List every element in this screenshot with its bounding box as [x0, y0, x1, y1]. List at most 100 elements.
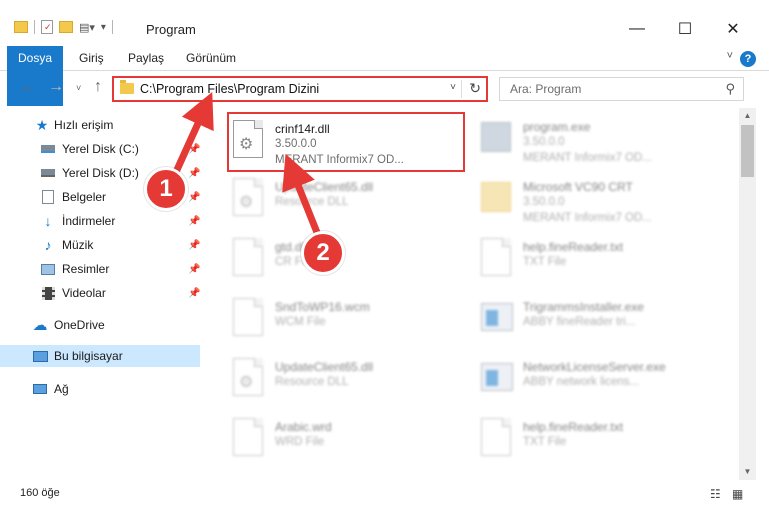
- file-item[interactable]: ⚙ UpdateClient65.dll Resource DLL: [229, 352, 469, 412]
- dll-file-icon: ⚙: [233, 178, 265, 218]
- sidebar-item-network[interactable]: Ağ: [0, 378, 200, 400]
- file-name: Microsoft VC90 CRT: [523, 180, 633, 194]
- up-arrow-icon[interactable]: ↑: [94, 78, 102, 96]
- scroll-down-icon[interactable]: ▼: [739, 464, 756, 480]
- sidebar-item-pictures[interactable]: Resimler 📌: [0, 258, 200, 280]
- refresh-icon[interactable]: ↻: [469, 80, 481, 97]
- ribbon-expand-icon[interactable]: ˅: [727, 50, 733, 62]
- exe-file-icon: [481, 118, 513, 158]
- file-item[interactable]: help.fineReader.txt TXT File: [477, 412, 717, 472]
- title-bar: ✓ ▤▾ ▾ Program — ☐ ✕: [0, 0, 769, 44]
- chevron-down-icon[interactable]: ˅: [450, 82, 456, 93]
- back-arrow-icon[interactable]: ←: [20, 78, 36, 96]
- file-description: MERANT Informix7 OD...: [275, 154, 404, 166]
- pin-icon[interactable]: 📌: [188, 240, 200, 251]
- dll-file-icon: ⚙: [233, 358, 265, 398]
- close-button[interactable]: ✕: [710, 14, 756, 44]
- file-description: ABBY fineReader tri...: [523, 316, 636, 328]
- file-item[interactable]: TrigrammsInstaller.exe ABBY fineReader t…: [477, 292, 717, 352]
- sidebar-item-label: Belgeler: [62, 190, 107, 204]
- vertical-scrollbar[interactable]: ▲ ▼: [739, 108, 756, 480]
- file-item[interactable]: NetworkLicenseServer.exe ABBY network li…: [477, 352, 717, 412]
- pin-icon[interactable]: 📌: [188, 216, 200, 227]
- address-bar[interactable]: C:\Program Files\Program Dizini ˅ ↻: [112, 76, 488, 102]
- file-item[interactable]: Arabic.wrd WRD File: [229, 412, 469, 472]
- file-item-crinf14r[interactable]: ⚙ crinf14r.dll 3.50.0.0 MERANT Informix7…: [227, 112, 465, 172]
- file-type: TXT File: [523, 436, 567, 448]
- search-icon[interactable]: ⚲: [725, 81, 735, 97]
- pictures-icon: [40, 262, 56, 276]
- sidebar-item-this-pc[interactable]: Bu bilgisayar: [0, 345, 200, 367]
- minimize-button[interactable]: —: [614, 14, 660, 44]
- file-type: Resource DLL: [275, 376, 349, 388]
- callout-2: 2: [301, 231, 345, 275]
- file-name: UpdateClient65.dll: [275, 360, 374, 374]
- explorer-window: ✓ ▤▾ ▾ Program — ☐ ✕ Dosya Giriş Paylaş …: [0, 0, 769, 514]
- sidebar-item-label: Resimler: [62, 262, 110, 276]
- file-name: Arabic.wrd: [275, 420, 332, 434]
- file-type: WRD File: [275, 436, 325, 448]
- sidebar-item-label: Yerel Disk (C:): [62, 142, 139, 156]
- address-path[interactable]: C:\Program Files\Program Dizini: [140, 82, 319, 96]
- sidebar-item-label: Videolar: [62, 286, 106, 300]
- folder-icon: [481, 178, 513, 218]
- sidebar-item-music[interactable]: ♪ Müzik 📌: [0, 234, 201, 256]
- drive-icon: [40, 166, 56, 180]
- sidebar-item-local-disk-c[interactable]: Yerel Disk (C:) 📌: [0, 138, 200, 160]
- sidebar-item-onedrive[interactable]: ☁ OneDrive: [0, 314, 200, 336]
- customize-icon[interactable]: ▤▾: [79, 21, 95, 34]
- forward-arrow-icon[interactable]: →: [48, 78, 64, 96]
- folder-icon[interactable]: [14, 21, 28, 33]
- pin-icon[interactable]: 📌: [188, 264, 200, 275]
- tab-share[interactable]: Paylaş: [128, 46, 164, 71]
- file-item[interactable]: SndToWP16.wcm WCM File: [229, 292, 469, 352]
- generic-file-icon: [233, 298, 265, 338]
- tab-view[interactable]: Görünüm: [186, 46, 236, 71]
- file-name: TrigrammsInstaller.exe: [523, 300, 644, 314]
- details-view-icon[interactable]: ☷: [710, 487, 721, 501]
- scroll-up-icon[interactable]: ▲: [739, 108, 756, 124]
- properties-icon[interactable]: ✓: [41, 20, 53, 34]
- scroll-thumb[interactable]: [741, 125, 754, 177]
- pin-icon[interactable]: 📌: [188, 144, 200, 155]
- dll-file-icon: ⚙: [233, 120, 265, 160]
- network-icon: [32, 382, 48, 396]
- help-icon[interactable]: ?: [740, 51, 756, 67]
- maximize-button[interactable]: ☐: [662, 14, 708, 44]
- file-item[interactable]: Microsoft VC90 CRT 3.50.0.0 MERANT Infor…: [477, 172, 717, 232]
- pin-icon[interactable]: 📌: [188, 288, 200, 299]
- sidebar-item-downloads[interactable]: ↓ İndirmeler 📌: [0, 210, 201, 232]
- sidebar-item-videos[interactable]: Videolar 📌: [0, 282, 200, 304]
- drive-icon: [40, 142, 56, 156]
- sidebar-item-label: Müzik: [62, 238, 94, 252]
- file-name: program.exe: [523, 120, 591, 134]
- text-file-icon: [481, 238, 513, 278]
- pin-icon[interactable]: 📌: [188, 192, 200, 203]
- new-folder-icon[interactable]: [59, 21, 73, 33]
- generic-file-icon: [233, 238, 265, 278]
- videos-icon: [40, 286, 56, 300]
- sidebar-item-quick-access[interactable]: ★ Hızlı erişim: [0, 114, 200, 136]
- large-icons-view-icon[interactable]: ▦: [732, 487, 743, 501]
- pin-icon[interactable]: 📌: [188, 168, 200, 179]
- search-input[interactable]: Ara: Program ⚲: [499, 77, 744, 101]
- file-item[interactable]: gtd.dll CR File: [229, 232, 469, 292]
- qat-dropdown-icon[interactable]: ▾: [101, 22, 106, 33]
- file-description: MERANT Informix7 OD...: [523, 212, 652, 224]
- file-type: WCM File: [275, 316, 326, 328]
- file-list: ⚙ crinf14r.dll 3.50.0.0 MERANT Informix7…: [205, 108, 737, 480]
- ribbon-tabs: Dosya Giriş Paylaş Görünüm ˅ ?: [0, 46, 769, 106]
- file-item[interactable]: program.exe 3.50.0.0 MERANT Informix7 OD…: [477, 112, 717, 172]
- file-item[interactable]: help.fineReader.txt TXT File: [477, 232, 717, 292]
- sidebar-item-label: Hızlı erişim: [54, 118, 114, 132]
- file-name: SndToWP16.wcm: [275, 300, 370, 314]
- file-version: 3.50.0.0: [523, 136, 565, 148]
- file-name: help.fineReader.txt: [523, 240, 624, 254]
- file-description: ABBY network licens...: [523, 376, 640, 388]
- sidebar-item-label: Ağ: [54, 382, 69, 396]
- recent-locations-icon[interactable]: ˅: [76, 83, 81, 93]
- file-item[interactable]: ⚙ UpdateClient65.dll Resource DLL: [229, 172, 469, 232]
- computer-icon: [32, 349, 48, 363]
- tab-home[interactable]: Giriş: [79, 46, 104, 71]
- sidebar-item-label: OneDrive: [54, 318, 105, 332]
